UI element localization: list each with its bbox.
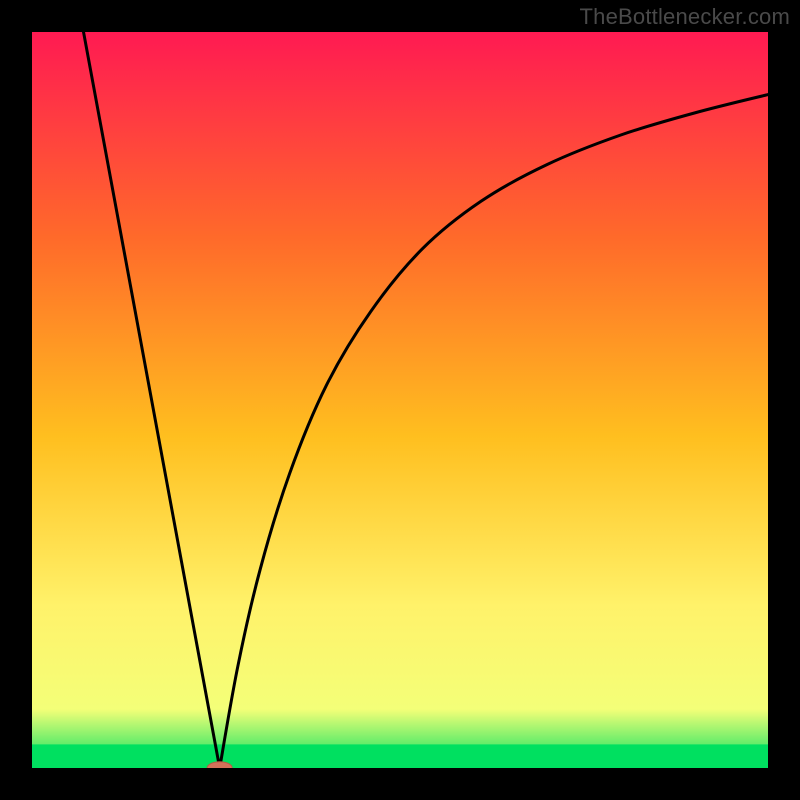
- bottom-green-band: [32, 744, 768, 768]
- chart-frame: [32, 32, 768, 768]
- gradient-background: [32, 32, 768, 768]
- chart-svg: [32, 32, 768, 768]
- watermark-text: TheBottlenecker.com: [580, 4, 790, 30]
